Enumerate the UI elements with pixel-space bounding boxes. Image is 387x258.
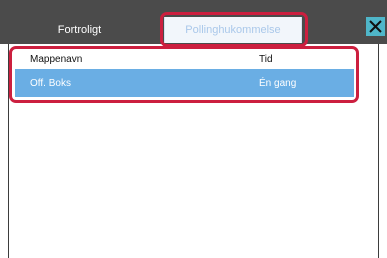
column-header-mappenavn: Mappenavn — [30, 54, 83, 65]
table-row[interactable]: Off. Boks Én gang — [15, 69, 354, 97]
tab-pollinghukommelse[interactable]: Pollinghukommelse — [164, 17, 302, 43]
tab-fortroligt[interactable]: Fortroligt — [8, 17, 151, 43]
table-header: Mappenavn Tid — [15, 51, 354, 69]
tab-bar: Fortroligt Pollinghukommelse — [0, 0, 387, 44]
folder-name-cell: Off. Boks — [30, 78, 71, 89]
close-x-icon — [369, 20, 382, 33]
time-cell: Én gang — [259, 78, 297, 89]
polling-memory-screen: Fortroligt Pollinghukommelse Mappenavn T… — [0, 0, 387, 258]
column-header-tid: Tid — [259, 54, 273, 65]
close-button[interactable] — [366, 17, 385, 36]
